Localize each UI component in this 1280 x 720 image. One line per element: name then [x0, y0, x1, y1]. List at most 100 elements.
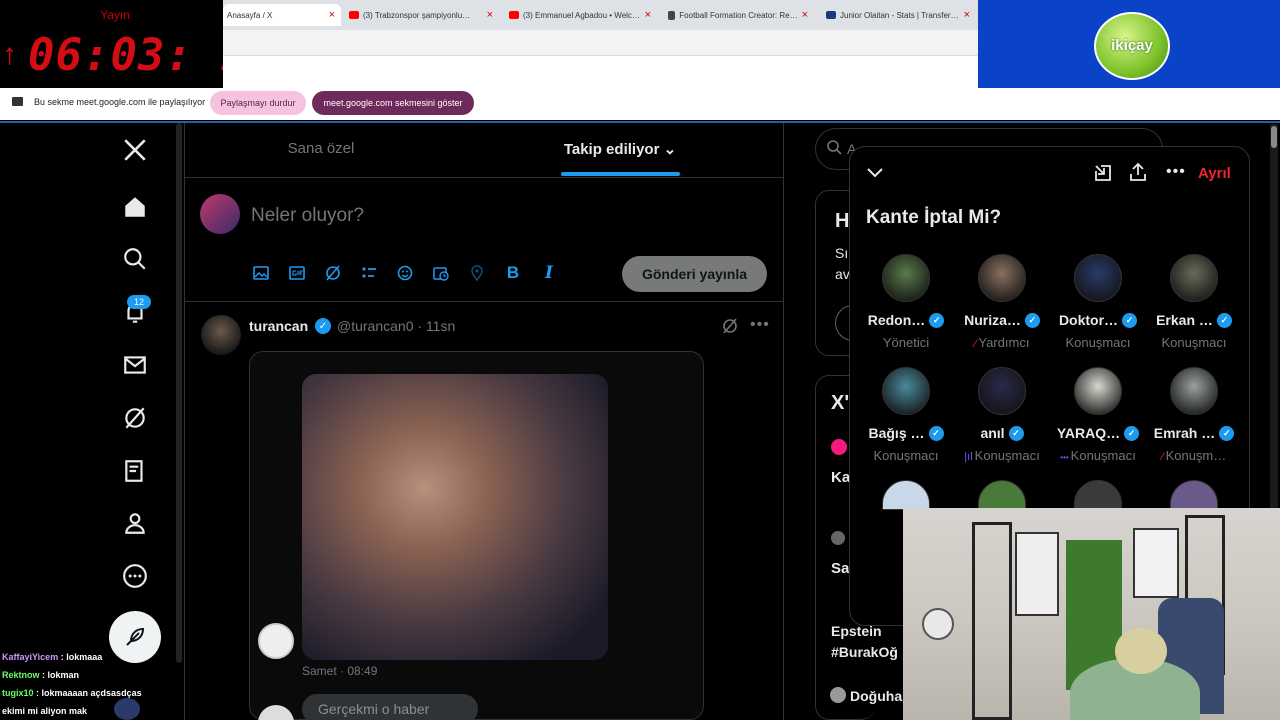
avatar[interactable] [978, 254, 1026, 302]
trend-item[interactable]: Doğuhar [850, 688, 908, 704]
avatar[interactable] [978, 367, 1026, 415]
space-participant[interactable]: Nuriza… ✓ ⁄ Yardımcı [954, 254, 1050, 350]
participant-role-text: Konuşmacı [1070, 448, 1136, 463]
grok-icon[interactable] [323, 263, 343, 283]
leave-space-button[interactable]: Ayrıl [1198, 165, 1231, 182]
messages-icon[interactable] [118, 348, 152, 382]
chat-message: KaffayiYicem : lokmaaa [2, 652, 102, 662]
address-bar[interactable] [223, 30, 978, 56]
emoji-icon[interactable] [395, 263, 415, 283]
compose-post-button[interactable] [109, 611, 161, 663]
close-icon[interactable]: × [487, 9, 499, 21]
compose-input[interactable]: Neler oluyor? [251, 205, 364, 227]
space-participant[interactable]: Emrah … ✓ ⁄ Konuşm… [1146, 367, 1242, 463]
x-logo-icon[interactable] [118, 133, 152, 167]
location-icon[interactable] [467, 263, 487, 283]
dock-icon[interactable] [1093, 163, 1113, 188]
tab-title: (3) Trabzonspor şampiyonlu… [363, 10, 471, 20]
profile-icon[interactable] [118, 506, 152, 540]
grok-icon[interactable] [118, 401, 152, 435]
avatar[interactable] [1170, 367, 1218, 415]
lists-icon[interactable] [118, 454, 152, 488]
avatar[interactable] [1170, 254, 1218, 302]
avatar[interactable] [882, 367, 930, 415]
card-text: av [835, 266, 850, 282]
avatar[interactable] [1074, 254, 1122, 302]
more-options-icon[interactable]: ••• [750, 316, 770, 334]
participant-role: Yönetici [858, 335, 954, 350]
poll-icon[interactable] [359, 263, 379, 283]
verified-badge-icon: ✓ [315, 318, 331, 334]
scrollbar-thumb[interactable] [1271, 126, 1277, 148]
more-icon[interactable] [118, 559, 152, 593]
participant-name-text: Doktor… [1058, 312, 1119, 328]
browser-tab[interactable]: (3) Trabzonspor şampiyonlu… × [345, 4, 499, 26]
space-participant[interactable]: anıl ✓ |ıl Konuşmacı [954, 367, 1050, 463]
youtube-icon [349, 11, 359, 19]
tab-title: Football Formation Creator: Re… [679, 10, 798, 20]
tweet-author-name[interactable]: turancan [249, 318, 308, 334]
grok-icon[interactable] [722, 318, 738, 338]
tab-title: Junior Olaitan - Stats | Transfer… [840, 10, 959, 20]
tweet-handle[interactable]: @turancan0 · 11sn [337, 318, 455, 334]
sidebar-scrollbar[interactable] [176, 123, 182, 663]
verified-badge-icon: ✓ [1124, 425, 1140, 441]
gif-icon[interactable] [287, 263, 307, 283]
space-title: Kante İptal Mi? [866, 207, 1002, 228]
avatar[interactable] [201, 315, 241, 355]
space-participant[interactable]: YARAQ… ✓ ••• Konuşmacı [1050, 367, 1146, 463]
close-icon[interactable]: × [964, 9, 976, 21]
verified-badge-icon: ✓ [1219, 425, 1235, 441]
share-icon[interactable] [1128, 162, 1148, 187]
participant-role: Konuşmacı [1146, 335, 1242, 350]
search-icon[interactable] [118, 242, 152, 276]
tab-following[interactable]: Takip ediliyor ⌄ [540, 140, 700, 158]
share-status-text: Bu sekme meet.google.com ile paylaşılıyo… [34, 97, 206, 107]
participant-role-text: Konuşmacı [1065, 335, 1131, 350]
participant-name: Erkan … ✓ [1146, 312, 1242, 328]
tab-title: (3) Emmanuel Agbadou • Welc… [523, 10, 640, 20]
bold-icon[interactable]: B [503, 263, 523, 283]
close-icon[interactable]: × [645, 9, 657, 21]
mic-off-icon: ⁄ [974, 338, 977, 350]
image-icon[interactable] [251, 263, 271, 283]
stop-sharing-button[interactable]: Paylaşmayı durdur [210, 91, 306, 115]
verified-badge-icon: ✓ [928, 425, 944, 441]
webcam-person-head [1115, 628, 1167, 674]
avatar[interactable] [200, 194, 240, 234]
close-icon[interactable]: × [802, 9, 814, 21]
italic-icon[interactable]: I [539, 263, 559, 283]
avatar[interactable] [882, 254, 930, 302]
space-participant[interactable]: Redon… ✓ Yönetici [858, 254, 954, 350]
avatar [114, 698, 140, 720]
trend-item[interactable]: Sa [831, 560, 849, 577]
post-button[interactable]: Gönderi yayınla [622, 256, 767, 292]
participant-role-text: Yönetici [882, 335, 930, 350]
typing-dots-icon: ••• [1060, 453, 1069, 462]
tab-for-you[interactable]: Sana özel [184, 140, 458, 157]
youtube-icon [509, 11, 519, 19]
trend-item[interactable]: Ka [831, 469, 850, 486]
browser-tab[interactable]: Junior Olaitan - Stats | Transfer… × [822, 4, 976, 26]
space-participant[interactable]: Doktor… ✓ Konuşmacı [1050, 254, 1146, 350]
trend-item[interactable]: #BurakOğ [831, 644, 898, 660]
browser-tab[interactable]: (3) Emmanuel Agbadou • Welc… × [505, 4, 657, 26]
schedule-icon[interactable] [431, 263, 451, 283]
chevron-down-icon[interactable] [865, 162, 885, 187]
browser-tab[interactable]: Anasayfa / X × [223, 4, 341, 26]
more-options-icon[interactable]: ••• [1166, 163, 1186, 181]
home-icon[interactable] [118, 190, 152, 224]
tweet-photo[interactable] [302, 374, 608, 660]
space-participant[interactable]: Bağış … ✓ Konuşmacı [858, 367, 954, 463]
close-icon[interactable]: × [329, 9, 341, 21]
card-text: Sı [835, 245, 849, 261]
space-participant[interactable]: Erkan … ✓ Konuşmacı [1146, 254, 1242, 350]
avatar[interactable] [1074, 367, 1122, 415]
show-tab-button[interactable]: meet.google.com sekmesini göster [312, 91, 474, 115]
chat-user: KaffayiYicem [2, 652, 59, 662]
browser-tab[interactable]: Football Formation Creator: Re… × [664, 4, 814, 26]
speaking-icon: |ıl [964, 451, 973, 463]
participant-name-text: Emrah … [1153, 425, 1216, 441]
participant-name-text: Redon… [867, 312, 926, 328]
avatar [258, 623, 294, 659]
